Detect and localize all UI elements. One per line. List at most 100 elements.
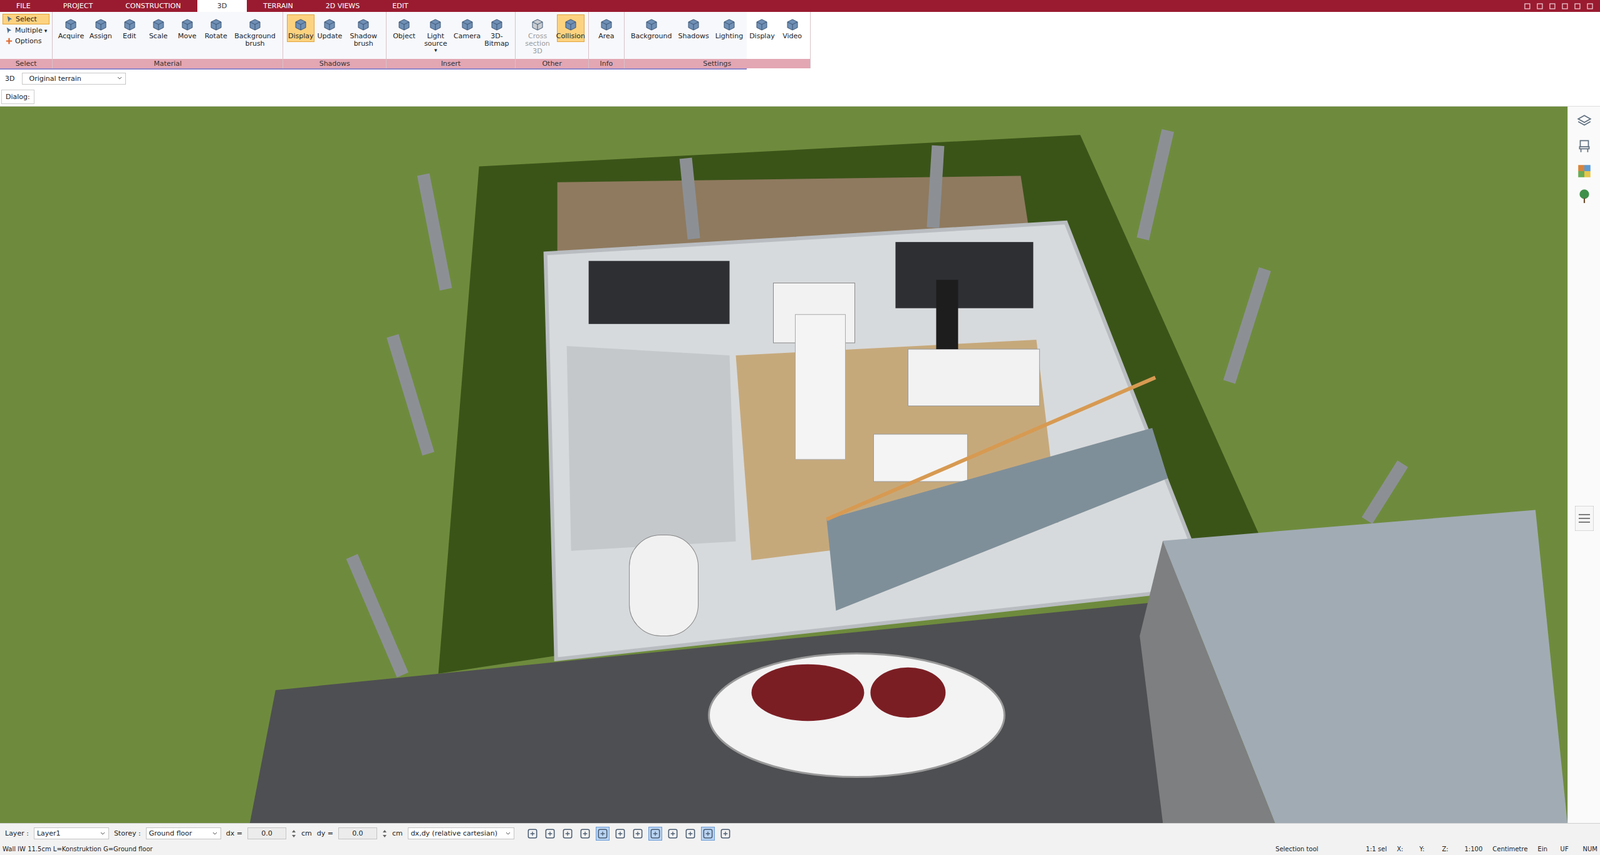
status-field: X:	[1397, 845, 1410, 852]
chevron-icon	[116, 75, 123, 82]
status-tool: Selection tool	[1275, 845, 1319, 852]
hood	[935, 279, 958, 349]
snap-tool-icon[interactable]	[665, 826, 680, 841]
dialog-bar: Dialog:	[0, 87, 1600, 107]
tool-icon	[150, 16, 167, 33]
panel-handle-icon[interactable]	[1574, 505, 1594, 531]
ribbon-button[interactable]: Light source▾	[419, 14, 453, 56]
layers-icon[interactable]	[1576, 112, 1593, 130]
view-toolbar: 3D Original terrain	[0, 69, 1600, 88]
status-message: Wall IW 11.5cm L=Konstruktion G=Ground f…	[2, 845, 153, 852]
ribbon-button[interactable]: Lighting	[712, 14, 746, 42]
material-icon[interactable]	[1576, 162, 1593, 180]
ribbon-button[interactable]: Collision	[556, 14, 585, 42]
window-control-icon[interactable]	[1548, 2, 1557, 11]
menu-tab[interactable]: TERRAIN	[246, 0, 310, 12]
ribbon-button[interactable]: Update	[315, 14, 344, 42]
dialog-label: Dialog:	[1, 89, 35, 104]
tool-icon	[62, 16, 79, 33]
ribbon-button[interactable]: Object	[390, 14, 418, 42]
ribbon-button[interactable]: Display	[746, 14, 778, 42]
menu-tab-bar: FILEPROJECTCONSTRUCTION3DTERRAIN2D VIEWS…	[0, 0, 1600, 12]
ribbon-button[interactable]: Display	[286, 14, 315, 42]
window-control-icon[interactable]	[1536, 2, 1544, 11]
snap-tool-icon[interactable]	[648, 826, 663, 841]
chevron-icon	[99, 830, 106, 837]
snap-tool-icon[interactable]	[701, 826, 715, 841]
ribbon-button[interactable]: Area	[592, 14, 621, 42]
menu-tab[interactable]: 3D	[197, 0, 247, 12]
layer-select[interactable]: Layer1	[33, 826, 110, 839]
window-control-icon[interactable]	[1523, 2, 1532, 11]
ribbon-button[interactable]: Rotate	[202, 14, 230, 42]
menu-tab[interactable]: PROJECT	[46, 0, 110, 12]
terrain-select[interactable]: Original terrain	[21, 72, 126, 85]
group-label: Select	[0, 58, 52, 69]
select-option[interactable]: Multiple▾	[2, 25, 50, 36]
menu-tab[interactable]: EDIT	[375, 0, 425, 12]
dy-input[interactable]: 0.0	[338, 826, 378, 839]
ribbon-button[interactable]: Acquire	[56, 14, 86, 42]
room	[566, 345, 737, 551]
window-control-icon[interactable]	[1561, 2, 1569, 11]
ribbon-group: ObjectLight source▾Camera3D-BitmapInsert	[386, 11, 516, 69]
window-control-icon[interactable]	[1586, 2, 1594, 11]
snap-tool-icon[interactable]	[630, 826, 645, 841]
ribbon-button[interactable]: Scale	[144, 14, 173, 42]
fence-post	[1229, 268, 1265, 382]
carport-wall	[1139, 540, 1275, 823]
snap-tool-icon[interactable]	[683, 826, 698, 841]
chair-icon[interactable]	[1576, 137, 1593, 155]
snap-tool-icon[interactable]	[718, 826, 733, 841]
status-field: Z:	[1442, 845, 1455, 852]
status-field: Ein	[1537, 845, 1551, 852]
menu-tab[interactable]: FILE	[0, 0, 47, 12]
status-field: UF	[1560, 845, 1574, 852]
ribbon-group: DisplayUpdateShadow brushShadows	[283, 11, 387, 69]
snap-tool-icon[interactable]	[525, 826, 540, 841]
window	[588, 260, 730, 324]
tool-icon	[459, 16, 476, 33]
ribbon-button[interactable]: Camera	[453, 14, 482, 42]
ribbon-button[interactable]: Move	[173, 14, 202, 42]
storey-select[interactable]: Ground floor	[145, 826, 222, 839]
snap-tool-icon[interactable]	[560, 826, 575, 841]
tool-icon	[355, 16, 372, 33]
app-window: FILEPROJECTCONSTRUCTION3DTERRAIN2D VIEWS…	[0, 0, 1600, 855]
dx-input[interactable]: 0.0	[247, 826, 287, 839]
ribbon-button[interactable]: Shadows	[675, 14, 712, 42]
snap-tool-icon[interactable]	[613, 826, 628, 841]
view-mode: 3D	[5, 74, 15, 83]
ribbon-button[interactable]: Background	[628, 14, 675, 42]
select-option[interactable]: Options	[2, 36, 50, 46]
fence-post	[1142, 130, 1168, 239]
tree-icon[interactable]	[1576, 187, 1593, 205]
snap-tool-icon[interactable]	[578, 826, 593, 841]
spinner-icon[interactable]	[382, 828, 388, 839]
ribbon-button[interactable]: Assign	[87, 14, 115, 42]
hedge	[438, 134, 1265, 674]
snap-tool-icon[interactable]	[543, 826, 557, 841]
viewport	[0, 106, 1600, 823]
scene-3d[interactable]	[0, 106, 1568, 823]
ribbon-button[interactable]: Background brush	[231, 14, 280, 50]
snap-tool-icon[interactable]	[595, 826, 610, 841]
menu-tab[interactable]: CONSTRUCTION	[109, 0, 198, 12]
coordinate-mode-select[interactable]: dx,dy (relative cartesian)	[407, 826, 515, 839]
group-label: Info	[588, 58, 624, 69]
select-option[interactable]: Select	[2, 13, 50, 25]
ribbon-button[interactable]: Edit	[115, 14, 144, 42]
railing	[826, 377, 1156, 519]
status-field: NUM	[1583, 845, 1598, 852]
ribbon-button[interactable]: Video	[778, 14, 807, 42]
window-control-icon[interactable]	[1573, 2, 1582, 11]
group-label: Material	[52, 58, 283, 69]
ribbon-button[interactable]: 3D-Bitmap	[482, 14, 512, 50]
menu-tab[interactable]: 2D VIEWS	[309, 0, 377, 12]
status-field: Y:	[1419, 845, 1433, 852]
counter	[873, 434, 968, 482]
ribbon-button[interactable]: Cross section 3D	[519, 14, 556, 58]
ribbon-button[interactable]: Shadow brush	[344, 14, 383, 50]
lawn	[0, 106, 1568, 823]
spinner-icon[interactable]	[291, 828, 297, 839]
